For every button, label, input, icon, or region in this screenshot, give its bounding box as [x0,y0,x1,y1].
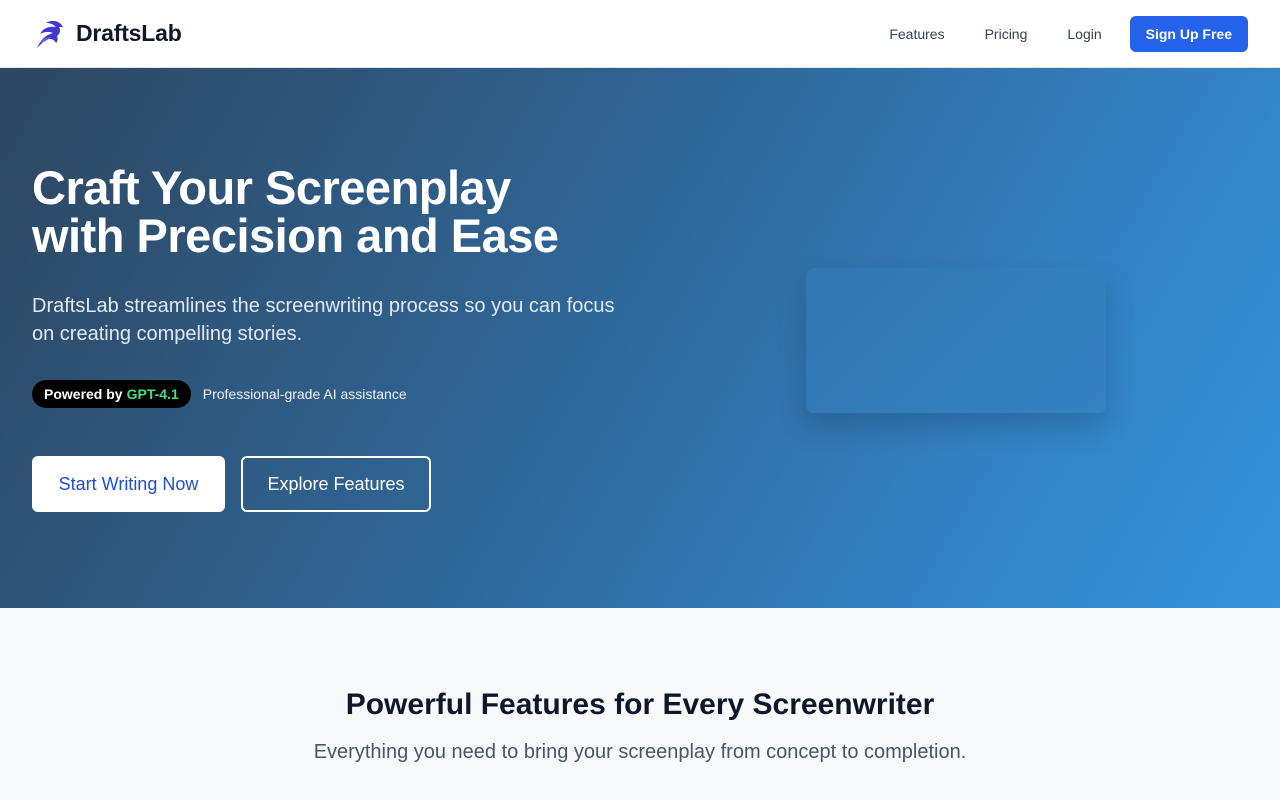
hero-title-line: with Precision and Ease [32,209,559,262]
brand-name: DraftsLab [76,20,182,46]
features-section: Powerful Features for Every Screenwriter… [0,608,1280,800]
top-navigation: DraftsLab Features Pricing Login Sign Up… [0,0,1280,68]
sign-up-button[interactable]: Sign Up Free [1129,15,1248,52]
ai-badge-prefix: Powered by [44,386,123,402]
hero-preview-card [806,268,1106,413]
start-writing-button[interactable]: Start Writing Now [32,456,225,512]
ai-model-name: GPT-4.1 [126,386,179,402]
hero-title-line: Craft Your Screenplay [32,161,511,214]
ai-badge: Powered by GPT-4.1 [32,380,191,408]
hero-subtitle-line: on creating compelling stories. [32,323,303,345]
nav-link-pricing[interactable]: Pricing [965,18,1048,50]
features-title: Powerful Features for Every Screenwriter [345,688,935,721]
hero-subtitle: DraftsLab streamlines the screenwriting … [32,292,632,348]
nav-links: Features Pricing Login Sign Up Free [869,15,1248,52]
hero-subtitle-line: DraftsLab streamlines the screenwriting … [32,295,615,317]
nav-link-features[interactable]: Features [869,18,964,50]
ai-badge-caption: Professional-grade AI assistance [202,386,407,402]
brand-link[interactable]: DraftsLab [32,17,182,51]
hero-section: Craft Your Screenplay with Precision and… [0,68,1280,608]
dragon-logo-icon [37,20,63,48]
explore-features-button[interactable]: Explore Features [241,456,431,512]
features-subtitle: Everything you need to bring your screen… [313,741,967,763]
ai-badge-row: Powered by GPT-4.1 Professional-grade AI… [32,380,407,408]
hero-title: Craft Your Screenplay with Precision and… [32,164,672,260]
nav-link-login[interactable]: Login [1047,18,1121,50]
